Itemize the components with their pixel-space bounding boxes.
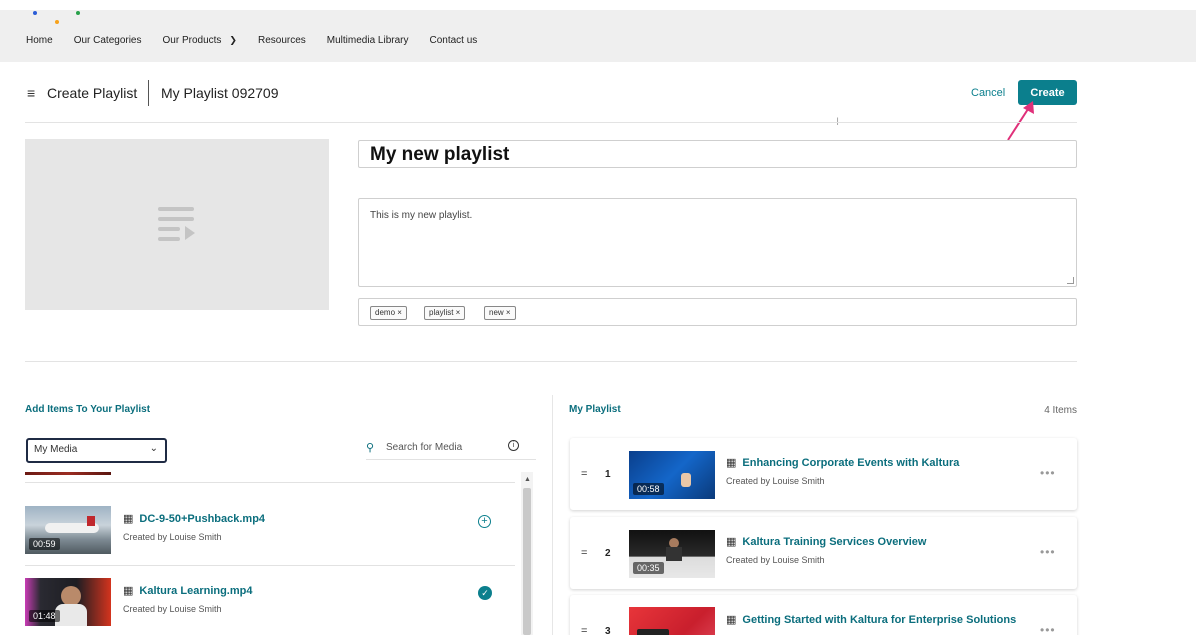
film-icon: ▦	[123, 585, 134, 597]
nav-home[interactable]: Home	[26, 35, 53, 46]
tags-input[interactable]: demo × playlist × new ×	[358, 298, 1077, 326]
playlist-name: My Playlist 092709	[161, 85, 279, 101]
media-list: 00:59 ▦ DC-9-50+Pushback.mp4 Created by L…	[25, 472, 535, 635]
divider	[25, 122, 1077, 123]
film-icon: ▦	[726, 614, 737, 626]
info-icon[interactable]: i	[508, 440, 519, 451]
top-navigation: Home Our Categories Our Products ❯ Resou…	[0, 10, 1196, 62]
search-icon[interactable]: ⚲	[366, 441, 374, 454]
add-item-button[interactable]: +	[478, 515, 491, 528]
nav-multimedia-library[interactable]: Multimedia Library	[327, 35, 409, 46]
media-creator: Created by Louise Smith	[123, 532, 222, 542]
search-input[interactable]: Search for Media	[386, 442, 462, 453]
scroll-up-icon[interactable]: ▲	[524, 476, 531, 483]
airplane-tail	[87, 516, 95, 526]
annotation-arrow-icon	[1007, 101, 1034, 141]
added-check-button[interactable]: ✓	[478, 586, 492, 600]
playlist-item-index: 2	[605, 548, 611, 559]
presenter-body	[666, 547, 682, 561]
media-search[interactable]: ⚲ Search for Media i	[366, 438, 536, 460]
page-title: Create Playlist	[47, 85, 138, 101]
duration-badge: 01:48	[29, 610, 60, 622]
scrollbar-thumb[interactable]	[523, 488, 531, 635]
list-item: 00:59 ▦ DC-9-50+Pushback.mp4 Created by L…	[25, 494, 515, 566]
duration-badge-bg	[637, 629, 669, 635]
media-title[interactable]: ▦ Kaltura Learning.mp4	[123, 584, 252, 597]
media-creator: Created by Louise Smith	[123, 604, 222, 614]
playlist-item[interactable]: = 3 ▦ Getting Started with Kaltura for En…	[570, 595, 1077, 635]
drag-handle-icon[interactable]: =	[581, 468, 587, 480]
chevron-down-icon[interactable]: ❯	[229, 35, 237, 46]
playlist-item-title[interactable]: ▦ Enhancing Corporate Events with Kaltura	[726, 456, 959, 469]
playlist-item-index: 3	[605, 626, 611, 635]
film-icon: ▦	[123, 513, 134, 525]
description-text: This is my new playlist.	[370, 210, 473, 221]
logo-dot-green	[76, 11, 80, 15]
presenter-body	[55, 604, 87, 626]
nav-our-products[interactable]: Our Products	[163, 35, 222, 46]
playlist-description-textarea[interactable]: This is my new playlist.	[358, 198, 1077, 287]
media-thumbnail[interactable]: 00:58	[629, 451, 715, 499]
playlist-item-title-text[interactable]: Enhancing Corporate Events with Kaltura	[742, 457, 959, 469]
media-list-scrollbar[interactable]: ▲	[521, 472, 533, 635]
header-divider	[148, 80, 149, 106]
logo-dot-blue	[33, 11, 37, 15]
page-header: ≡ Create Playlist My Playlist 092709 Can…	[25, 80, 1077, 108]
playlist-thumbnail-placeholder	[25, 139, 329, 310]
playlist-title-input[interactable]: My new playlist	[358, 140, 1077, 168]
site-logo[interactable]	[33, 11, 83, 27]
playlist-icon: ≡	[27, 85, 36, 101]
panel-divider	[552, 395, 553, 635]
playlist-item-count: 4 Items	[1044, 405, 1077, 416]
hand-shape	[681, 473, 691, 487]
film-icon: ▦	[726, 536, 737, 548]
media-source-value: My Media	[34, 444, 78, 455]
chevron-down-icon: ⌄	[149, 443, 158, 454]
playlist-item-creator: Created by Louise Smith	[726, 476, 825, 486]
divider	[25, 361, 1077, 362]
more-options-icon[interactable]: •••	[1040, 466, 1056, 480]
tag-chip[interactable]: demo ×	[370, 306, 407, 320]
media-title[interactable]: ▦ DC-9-50+Pushback.mp4	[123, 512, 265, 525]
duration-badge: 00:58	[633, 483, 664, 495]
more-options-icon[interactable]: •••	[1040, 545, 1056, 559]
duration-badge: 00:59	[29, 538, 60, 550]
nav-contact-us[interactable]: Contact us	[429, 35, 477, 46]
cancel-button[interactable]: Cancel	[971, 87, 1005, 99]
drag-handle-icon[interactable]: =	[581, 547, 587, 559]
resize-handle-icon[interactable]	[1067, 277, 1074, 284]
playlist-play-icon	[158, 207, 195, 241]
media-thumbnail[interactable]	[629, 607, 715, 635]
playlist-item-creator: Created by Louise Smith	[726, 555, 825, 565]
playlist-item[interactable]: = 2 00:35 ▦ Kaltura Training Services Ove…	[570, 517, 1077, 589]
media-thumbnail[interactable]: 00:59	[25, 506, 111, 554]
nav-our-categories[interactable]: Our Categories	[74, 35, 142, 46]
film-icon: ▦	[726, 457, 737, 469]
media-title-text[interactable]: DC-9-50+Pushback.mp4	[139, 513, 265, 525]
playlist-item[interactable]: = 1 00:58 ▦ Enhancing Corporate Events wi…	[570, 438, 1077, 510]
media-thumbnail[interactable]: 01:48	[25, 578, 111, 626]
add-items-heading: Add Items To Your Playlist	[25, 404, 151, 415]
playlist-item-title-text[interactable]: Kaltura Training Services Overview	[742, 536, 926, 548]
media-thumbnail[interactable]	[25, 472, 111, 475]
playlist-item-index: 1	[605, 469, 611, 480]
playlist-item-title[interactable]: ▦ Getting Started with Kaltura for Enterp…	[726, 613, 1016, 626]
list-item: 01:48 ▦ Kaltura Learning.mp4 Created by L…	[25, 567, 515, 635]
my-playlist-heading: My Playlist	[569, 404, 621, 415]
playlist-item-title[interactable]: ▦ Kaltura Training Services Overview	[726, 535, 926, 548]
drag-handle-icon[interactable]: =	[581, 625, 587, 635]
nav-resources[interactable]: Resources	[258, 35, 306, 46]
media-thumbnail[interactable]: 00:35	[629, 530, 715, 578]
tag-chip[interactable]: new ×	[484, 306, 516, 320]
list-item	[25, 472, 515, 483]
tag-chip[interactable]: playlist ×	[424, 306, 466, 320]
playlist-item-title-text[interactable]: Getting Started with Kaltura for Enterpr…	[742, 614, 1016, 626]
media-title-text[interactable]: Kaltura Learning.mp4	[139, 585, 252, 597]
duration-badge: 00:35	[633, 562, 664, 574]
more-options-icon[interactable]: •••	[1040, 623, 1056, 635]
presenter-head	[61, 586, 81, 606]
logo-dot-orange	[55, 20, 59, 24]
media-source-select[interactable]: My Media ⌄	[26, 438, 167, 463]
